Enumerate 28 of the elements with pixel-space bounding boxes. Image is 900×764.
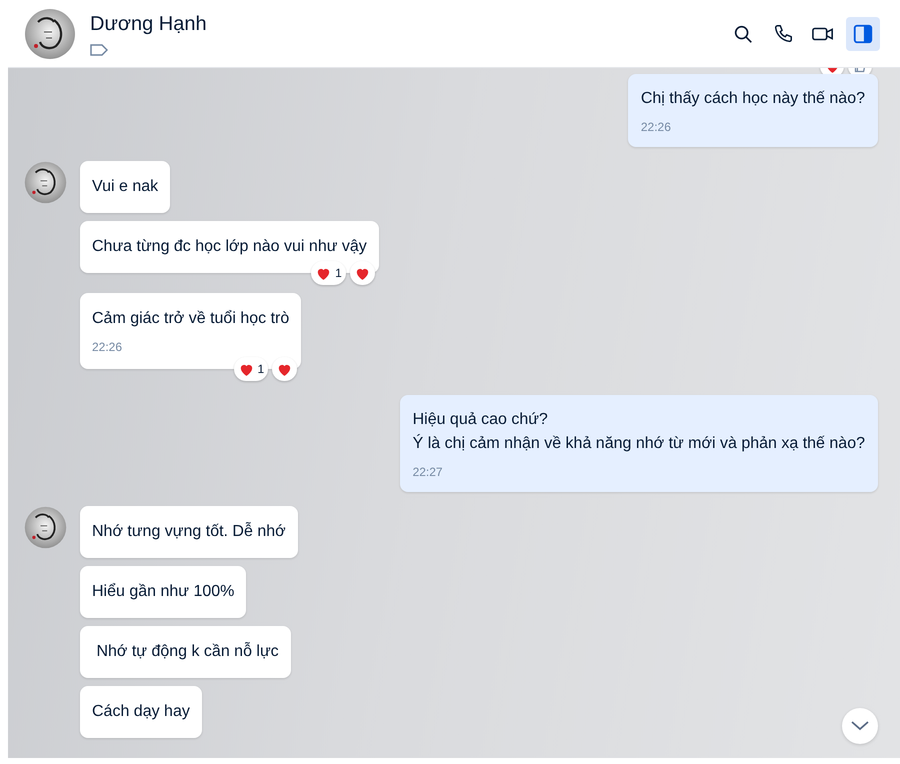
reaction-chip[interactable]: 1 bbox=[234, 357, 268, 381]
scroll-down-button[interactable] bbox=[842, 708, 878, 744]
message-text: Cách dạy hay bbox=[92, 702, 190, 722]
message-text: Vui e nak bbox=[92, 177, 158, 197]
avatar bbox=[24, 161, 67, 204]
message-time: 22:27 bbox=[412, 464, 444, 480]
message-time: 22:26 bbox=[92, 339, 124, 355]
reaction-button[interactable] bbox=[350, 261, 375, 285]
message-text: Nhớ tự động k cần nỗ lực bbox=[95, 641, 279, 662]
tag-icon[interactable] bbox=[90, 44, 108, 56]
message-text: Chưa từng đc học lớp nào vui như vậy bbox=[92, 237, 367, 257]
reaction-button[interactable] bbox=[272, 357, 298, 381]
avatar bbox=[24, 8, 76, 60]
message-time: 22:26 bbox=[640, 119, 672, 135]
contact-name: Dương Hạnh bbox=[90, 12, 208, 36]
message-text: Nhớ tưng vựng tốt. Dễ nhớ bbox=[92, 521, 286, 542]
message-text: Chị thấy cách học này thế nào? bbox=[640, 89, 865, 109]
reaction-count: 1 bbox=[258, 362, 264, 376]
phone-icon bbox=[772, 22, 794, 44]
side-panel-button[interactable] bbox=[846, 16, 880, 50]
side-panel-icon bbox=[852, 22, 874, 44]
chevron-down-icon bbox=[851, 721, 869, 731]
message-text: Hiệu quả cao chứ? Ý là chị cảm nhận về khả năng nhớ từ mới và phản xạ thế nào? bbox=[412, 410, 865, 454]
message-text: Hiểu gần như 100% bbox=[92, 582, 234, 602]
reaction-count: 1 bbox=[335, 266, 342, 280]
reaction-chip[interactable]: 1 bbox=[311, 261, 346, 285]
message-text: Cảm giác trở về tuổi học trò bbox=[92, 309, 290, 329]
avatar bbox=[24, 506, 67, 549]
